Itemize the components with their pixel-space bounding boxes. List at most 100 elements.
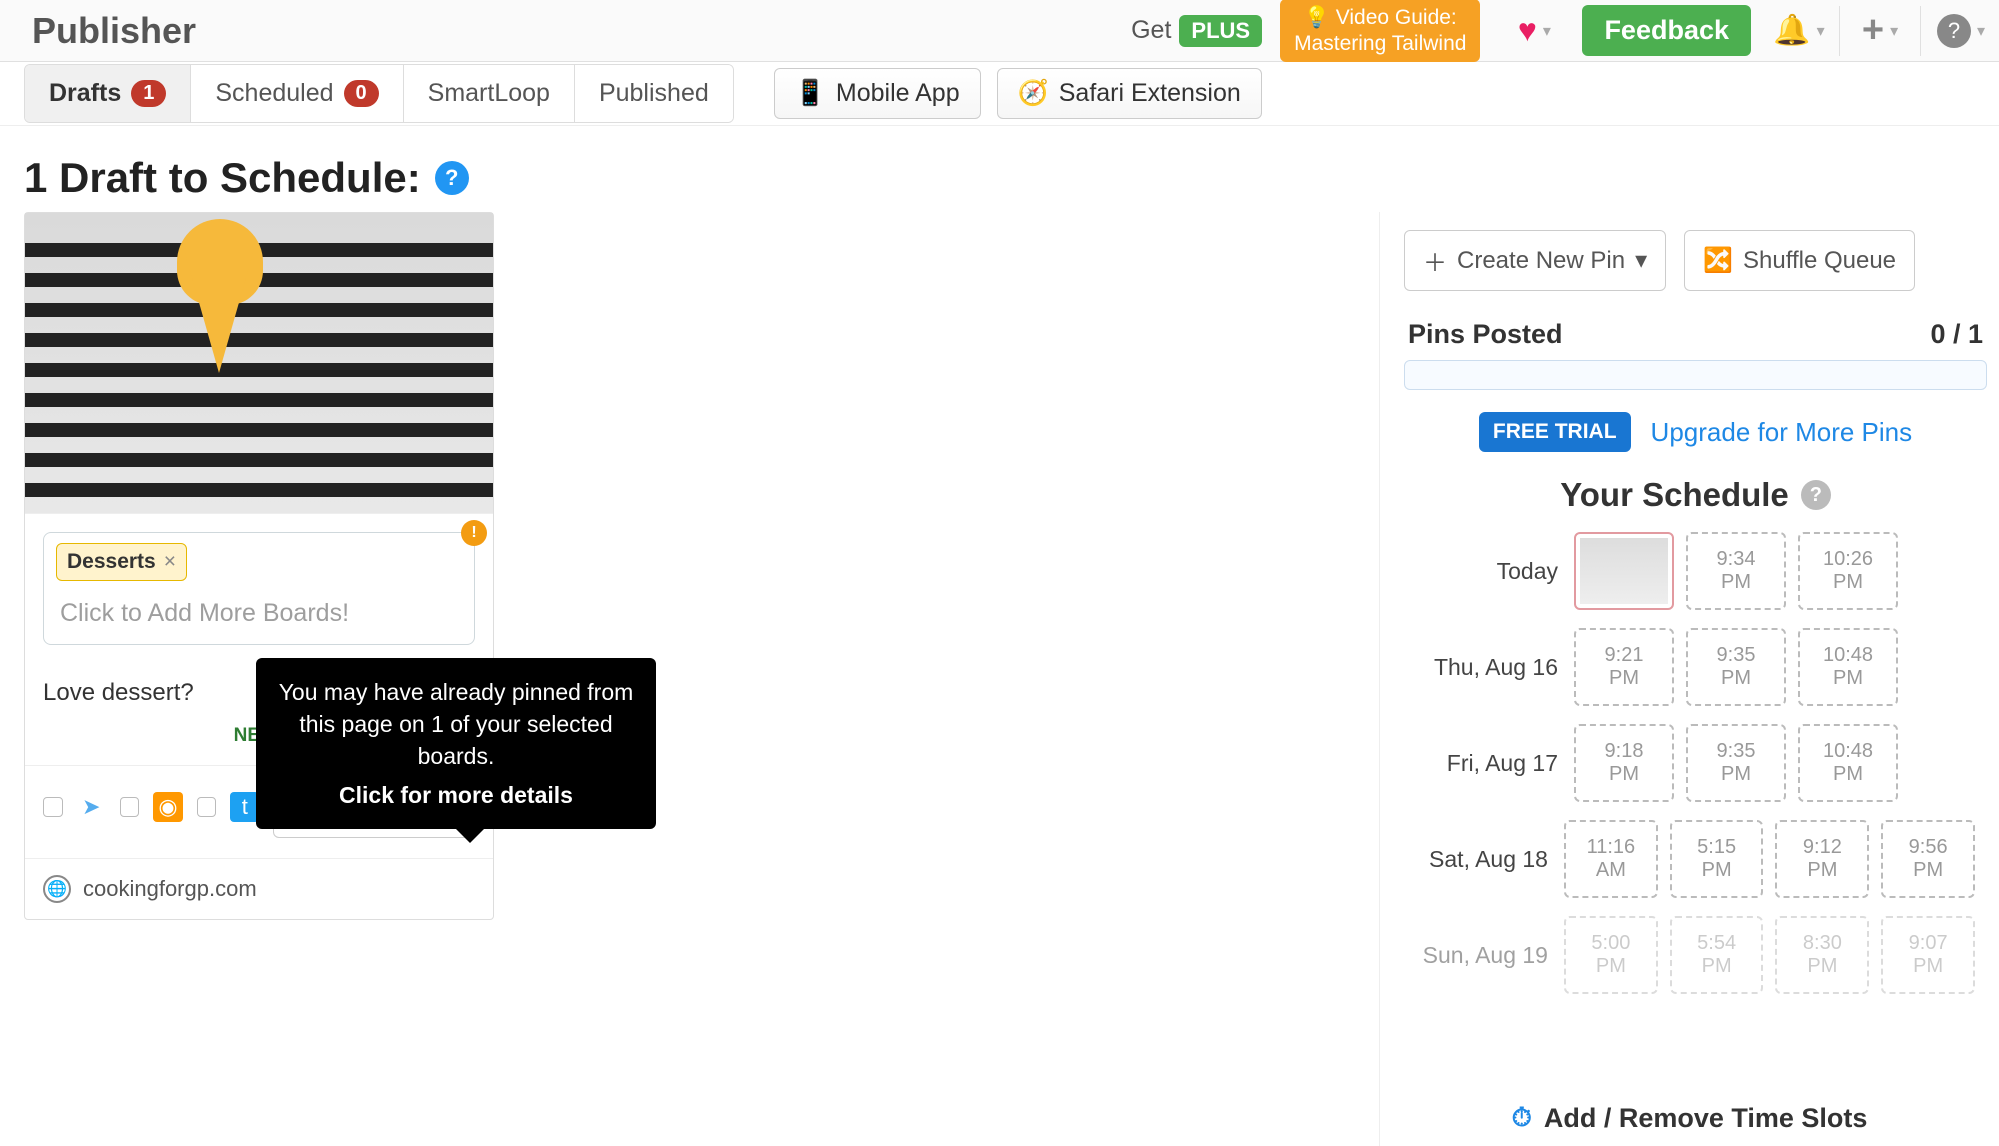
checkbox-tailwind[interactable] [43,797,63,817]
shuffle-icon: 🔀 [1703,246,1733,275]
video-guide-line2: Mastering Tailwind [1294,31,1466,56]
schedule-slot-empty[interactable]: 9:21PM [1574,628,1674,706]
slot-time: 9:21 [1605,644,1644,667]
checkbox-instagram[interactable] [120,797,140,817]
upgrade-link[interactable]: Upgrade for More Pins [1651,417,1913,448]
add-menu[interactable]: +▾ [1850,9,1910,52]
free-trial-badge[interactable]: FREE TRIAL [1479,412,1631,452]
remove-tag-icon[interactable]: × [164,550,176,574]
shuffle-label: Shuffle Queue [1743,247,1896,275]
chevron-down-icon: ▾ [1977,21,1985,41]
divider [1839,6,1840,56]
schedule-slot-filled[interactable] [1574,532,1674,610]
add-boards-placeholder[interactable]: Click to Add More Boards! [56,581,462,634]
slot-period: PM [1721,667,1751,690]
schedule-slot-empty[interactable]: 9:35PM [1686,628,1786,706]
twitter-icon: t [230,792,259,822]
plus-badge: PLUS [1179,15,1262,47]
schedule-slot-empty[interactable]: 9:56PM [1881,820,1975,898]
shuffle-queue-button[interactable]: 🔀 Shuffle Queue [1684,230,1915,291]
tab-published[interactable]: Published [575,65,733,122]
mobile-app-label: Mobile App [836,79,960,108]
get-label: Get [1131,16,1171,45]
safari-extension-button[interactable]: 🧭 Safari Extension [997,68,1262,119]
schedule-slot-empty[interactable]: 5:15PM [1670,820,1764,898]
top-bar: Publisher Get PLUS Video Guide: Masterin… [0,0,1999,62]
help-menu[interactable]: ?▾ [1931,14,1991,48]
pins-progress-bar [1404,360,1987,390]
tooltip-cta: Click for more details [278,779,634,811]
slot-time: 11:16 [1587,836,1636,859]
tab-scheduled[interactable]: Scheduled 0 [191,65,403,122]
slot-time: 9:56 [1909,836,1948,859]
schedule-slot-empty[interactable]: 9:07PM [1881,916,1975,994]
slot-time: 5:15 [1697,836,1736,859]
favorites-menu[interactable]: ♥▾ [1504,12,1564,49]
drafts-column: ! Desserts × Click to Add More Boards! L… [24,212,494,1146]
schedule-row: Sun, Aug 195:00PM5:54PM8:30PM9:07PM [1404,916,1987,994]
pins-posted-label: Pins Posted [1408,319,1563,350]
video-guide-button[interactable]: Video Guide: Mastering Tailwind [1280,0,1480,62]
warning-icon[interactable]: ! [461,520,487,546]
draft-image[interactable] [25,213,493,513]
create-new-pin-button[interactable]: ＋ Create New Pin ▾ [1404,230,1666,291]
tooltip-text: You may have already pinned from this pa… [279,679,634,769]
tab-smartloop[interactable]: SmartLoop [404,65,575,122]
schedule-slot-empty[interactable]: 9:35PM [1686,724,1786,802]
feedback-button[interactable]: Feedback [1582,5,1751,56]
schedule-slot-empty[interactable]: 5:00PM [1564,916,1658,994]
get-plus-link[interactable]: Get PLUS [1131,15,1262,47]
schedule-slot-empty[interactable]: 9:12PM [1775,820,1869,898]
tab-drafts[interactable]: Drafts 1 [25,65,191,122]
slot-time: 9:07 [1909,932,1948,955]
instagram-icon: ◉ [153,792,182,822]
slot-time: 5:00 [1591,932,1630,955]
help-icon[interactable]: ? [1801,480,1831,510]
cone-icon [185,253,253,373]
schedule-slot-empty[interactable]: 10:48PM [1798,628,1898,706]
help-icon: ? [1937,14,1971,48]
schedule-row: Fri, Aug 179:18PM9:35PM10:48PM [1404,724,1987,802]
clock-plus-icon: ⏱ [1512,1102,1532,1134]
schedule-day-label: Thu, Aug 16 [1404,654,1574,681]
slot-period: PM [1833,667,1863,690]
schedule-slot-empty[interactable]: 5:54PM [1670,916,1764,994]
schedule-slot-empty[interactable]: 11:16AM [1564,820,1658,898]
slot-period: PM [1609,667,1639,690]
schedule-day-label: Sun, Aug 19 [1404,942,1564,969]
add-remove-time-slots-button[interactable]: ⏱ Add / Remove Time Slots [1380,1102,1999,1134]
help-icon[interactable]: ? [435,161,469,195]
slot-period: PM [1596,955,1626,978]
chevron-down-icon: ▾ [1890,21,1898,41]
mobile-app-button[interactable]: 📱 Mobile App [774,68,981,119]
schedule-rows: Today9:34PM10:26PMThu, Aug 169:21PM9:35P… [1404,532,1987,994]
schedule-slot-empty[interactable]: 9:34PM [1686,532,1786,610]
slot-period: PM [1721,763,1751,786]
safari-ext-label: Safari Extension [1059,79,1241,108]
bell-icon: 🔔 [1773,13,1810,48]
warning-tooltip[interactable]: You may have already pinned from this pa… [256,658,656,829]
slot-time: 10:48 [1823,644,1873,667]
checkbox-twitter[interactable] [197,797,217,817]
divider [1920,6,1921,56]
create-pin-label: Create New Pin [1457,247,1625,275]
schedule-slot-empty[interactable]: 8:30PM [1775,916,1869,994]
add-slots-label: Add / Remove Time Slots [1544,1103,1868,1134]
slot-period: PM [1807,955,1837,978]
slot-period: PM [1609,763,1639,786]
schedule-panel: ＋ Create New Pin ▾ 🔀 Shuffle Queue Pins … [1379,212,1999,1146]
schedule-slot-empty[interactable]: 9:18PM [1574,724,1674,802]
plus-icon: + [1862,9,1884,52]
chevron-down-icon: ▾ [1635,246,1647,275]
board-tag-desserts[interactable]: Desserts × [56,543,187,581]
notifications-menu[interactable]: 🔔▾ [1769,13,1829,48]
schedule-row: Thu, Aug 169:21PM9:35PM10:48PM [1404,628,1987,706]
your-schedule-title: Your Schedule [1560,476,1789,514]
source-domain[interactable]: cookingforgp.com [83,876,257,902]
schedule-slot-empty[interactable]: 10:26PM [1798,532,1898,610]
phone-icon: 📱 [795,79,826,108]
slot-period: PM [1702,955,1732,978]
slot-time: 8:30 [1803,932,1842,955]
boards-input[interactable]: Desserts × Click to Add More Boards! [43,532,475,645]
schedule-slot-empty[interactable]: 10:48PM [1798,724,1898,802]
